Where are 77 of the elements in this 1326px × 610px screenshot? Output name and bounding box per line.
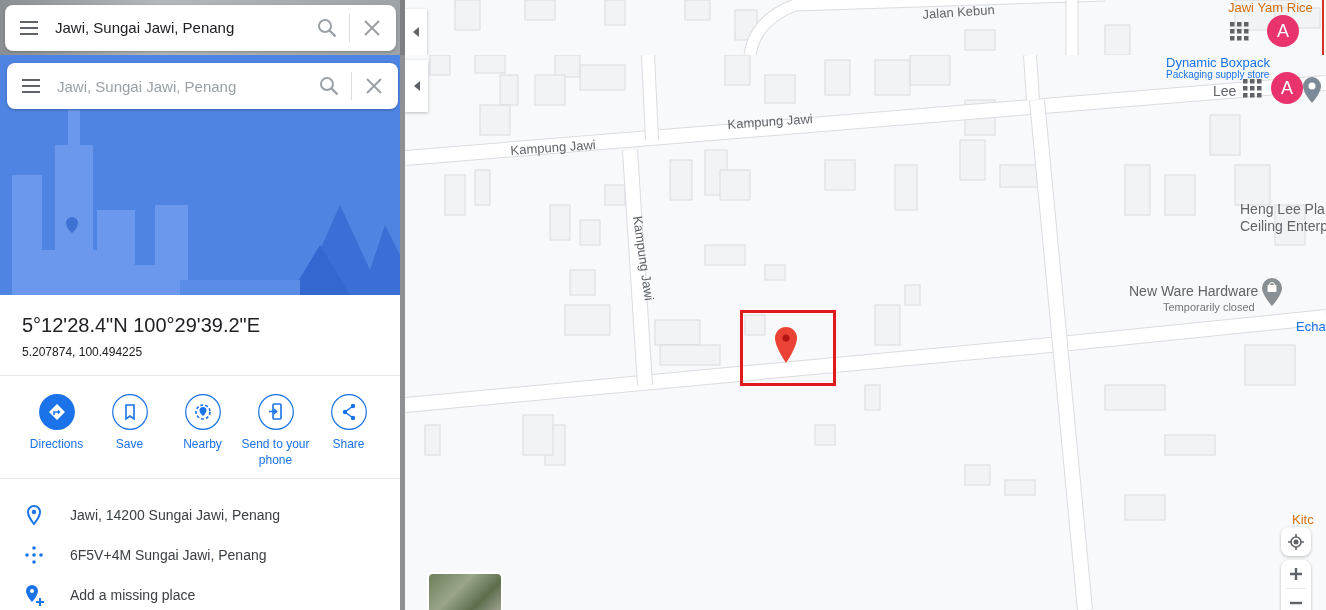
building [1244,344,1296,386]
caret-left-icon [412,81,421,91]
building [444,174,466,216]
share-button[interactable]: Share [312,394,385,468]
building [764,264,786,281]
building [534,74,566,106]
building [1164,174,1196,216]
building [669,159,693,201]
building [744,314,766,336]
place-label: Temporarily closed [1163,301,1255,313]
crosshair-icon [1288,533,1304,550]
shop-pin-icon [1262,278,1282,306]
building [874,304,901,346]
place-label: Heng Lee Pla [1240,201,1325,217]
place-label: Kitc [1292,512,1314,527]
building [1164,434,1216,456]
apps-grid-icon[interactable] [1228,20,1250,42]
building [579,219,601,246]
street-label: Jalan Kebun [922,1,996,22]
place-label: Jawi Yam Rice [1228,0,1313,15]
building [959,139,986,181]
building [904,284,921,306]
building [549,204,571,241]
building [824,59,851,96]
building [1234,164,1271,206]
my-location-button[interactable] [1281,527,1311,556]
map-pin-icon [1303,77,1321,103]
building [654,319,701,346]
street-label: Kampung Jawi [630,215,657,302]
building [424,424,441,456]
map-pin-icon [775,327,797,363]
satellite-layer-button[interactable] [427,572,503,610]
account-avatar[interactable]: A [1271,72,1303,104]
send-button[interactable]: Send to your phone [239,394,312,468]
search-field[interactable]: Jawi, Sungai Jawi, Penang [47,69,313,103]
building [1104,384,1166,411]
place-label: Echa [1296,319,1326,334]
building [564,304,611,336]
building [704,244,746,266]
place-label: Lee [1213,83,1237,99]
building [964,29,996,51]
search-field[interactable]: Jawi, Sungai Jawi, Penang [45,11,311,44]
building [1124,494,1166,521]
collapse-panel-button[interactable] [405,60,428,112]
building [1209,114,1241,156]
directions-button[interactable]: Directions [20,394,93,468]
building [604,184,626,206]
search-box[interactable]: Jawi, Sungai Jawi, Penang [5,4,396,51]
building [824,159,856,191]
place-label: Packaging supply store [1166,69,1270,80]
detail-text[interactable]: Add a missing place [70,587,196,603]
place-label: Dynamic Boxpack [1166,55,1271,70]
detail-text[interactable]: 6F5V+4M Sungai Jawi, Penang [70,547,267,563]
search-box[interactable]: Jawi, Sungai Jawi, Penang [7,63,398,109]
nearby-button[interactable]: Nearby [166,394,239,468]
street-label: Kampung Jawi [510,137,597,158]
place-title: 5°12'28.4"N 100°29'39.2"E [22,313,261,337]
coordinates-text: 5.207874, 100.494225 [22,345,144,359]
save-button[interactable]: Save [93,394,166,468]
street-label: Kampung Jawi [727,111,814,132]
building [964,464,991,486]
detail-text[interactable]: Jawi, 14200 Sungai Jawi, Penang [70,507,281,523]
caret-left-icon [412,27,420,37]
place-label: New Ware Hardware [1129,283,1259,299]
account-avatar[interactable]: A [1267,15,1299,47]
building [874,59,911,96]
building [1004,479,1036,496]
collapse-panel-button[interactable] [405,9,427,55]
building [474,169,491,206]
building [814,424,836,446]
building [569,269,596,296]
building [659,344,721,366]
building [894,164,918,211]
building [764,74,796,104]
building [864,384,881,411]
building [1124,164,1151,216]
dots-icon [22,543,46,567]
